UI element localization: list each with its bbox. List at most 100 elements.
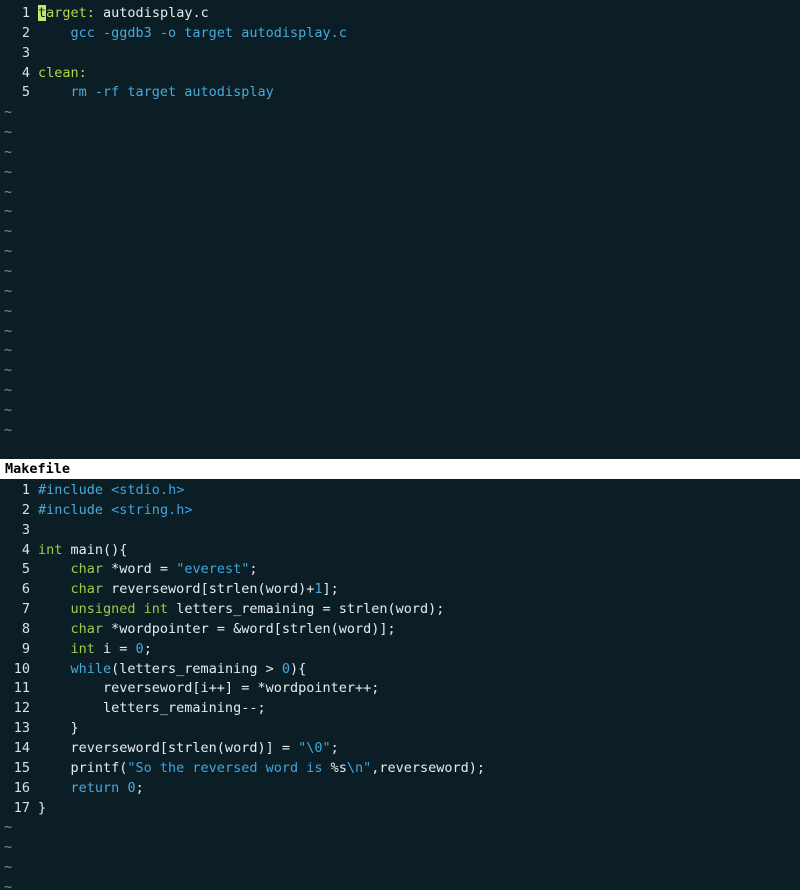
code-line[interactable]: 2 gcc -ggdb3 -o target autodisplay.c [0,24,800,44]
tilde-marker: ~ [4,859,13,876]
code-line[interactable]: 14 reverseword[strlen(word)] = "\0"; [0,739,800,759]
line-number: 10 [13,660,30,677]
line-number: 5 [21,561,30,578]
code-text[interactable]: } [38,800,46,816]
code-token: letters_remaining = strlen(word); [168,601,445,618]
code-line[interactable]: 9 int i = 0; [0,640,800,660]
code-token: letters_remaining--; [38,700,266,717]
code-text[interactable]: reverseword[strlen(word)] = "\0"; [38,740,339,756]
tilde-marker: ~ [4,223,13,240]
line-number: 3 [21,521,30,538]
code-text[interactable]: int i = 0; [38,641,152,657]
tilde-marker: ~ [4,143,13,160]
code-line[interactable]: 1 #include <stdio.h> [0,481,800,501]
code-token: arget: [46,5,95,21]
code-line[interactable]: 3 [0,521,800,541]
line-number: 2 [21,501,30,518]
tilde-marker: ~ [4,163,13,180]
code-token: char [70,561,104,578]
code-line[interactable]: 11 reverseword[i++] = *wordpointer++; [0,679,800,699]
code-text[interactable]: target: autodisplay.c [38,5,209,21]
code-token: unsigned int [70,601,169,618]
code-token: (letters_remaining > [111,660,282,677]
code-token: main(){ [62,541,128,558]
editor-pane-makefile[interactable]: 1 target: autodisplay.c 2 gcc -ggdb3 -o ta… [0,4,800,459]
code-text[interactable]: clean: [38,65,87,81]
code-token: ,reverseword); [371,759,486,776]
code-token: reverseword[strlen(word)+ [103,581,315,598]
empty-buffer-line: ~ [0,818,800,838]
code-line[interactable]: 2 #include <string.h> [0,501,800,521]
empty-buffer-line: ~ [0,322,800,342]
code-text[interactable]: while(letters_remaining > 0){ [38,660,307,677]
code-line[interactable]: 16 return 0; [0,779,800,799]
tilde-marker: ~ [4,282,13,299]
code-text[interactable]: unsigned int letters_remaining = strlen(… [38,601,445,618]
code-text[interactable]: letters_remaining--; [38,700,266,716]
empty-buffer-line: ~ [0,222,800,242]
code-token: int [38,541,63,558]
tilde-marker: ~ [4,124,13,141]
text-cursor: t [38,5,47,21]
line-number: 1 [21,5,30,21]
code-text[interactable]: #include <string.h> [38,502,192,518]
code-token: ; [249,561,258,578]
code-text[interactable]: rm -rf target autodisplay [38,84,274,100]
status-bar-filename: Makefile [0,459,800,479]
code-text[interactable]: char *word = "everest"; [38,561,258,578]
code-line[interactable]: 5 rm -rf target autodisplay [0,83,800,103]
code-text[interactable]: return 0; [38,780,144,796]
code-text[interactable]: gcc -ggdb3 -o target autodisplay.c [38,25,347,41]
code-text[interactable]: char reverseword[strlen(word)+1]; [38,581,339,597]
line-number: 17 [13,799,30,816]
code-text[interactable]: char *wordpointer = &word[strlen(word)]; [38,621,396,637]
line-number: 4 [21,64,30,81]
empty-buffer-line: ~ [0,183,800,203]
code-line[interactable]: 6 char reverseword[strlen(word)+1]; [0,580,800,600]
code-token: "everest" [176,561,250,578]
code-line[interactable]: 10 while(letters_remaining > 0){ [0,660,800,680]
code-text[interactable]: } [38,720,79,736]
code-line[interactable]: 1 target: autodisplay.c [0,4,800,24]
code-token: gcc -ggdb3 -o target autodisplay.c [38,24,347,41]
code-token: reverseword[i++] = *wordpointer++; [38,680,380,697]
empty-buffer-line: ~ [0,123,800,143]
code-text[interactable]: int main(){ [38,542,127,558]
code-line[interactable]: 4 int main(){ [0,541,800,561]
tilde-marker: ~ [4,819,13,836]
code-line[interactable]: 4 clean: [0,64,800,84]
tilde-marker: ~ [4,421,13,438]
code-line[interactable]: 7 unsigned int letters_remaining = strle… [0,600,800,620]
code-token: "So the reversed word is [127,759,331,776]
editor-pane-source[interactable]: 1 #include <stdio.h> 2 #include <string.h> 3… [0,481,800,890]
line-number: 8 [21,620,30,637]
code-text[interactable]: #include <stdio.h> [38,482,184,498]
code-text[interactable]: reverseword[i++] = *wordpointer++; [38,680,379,696]
code-line[interactable]: 13 } [0,719,800,739]
code-token: while [70,660,112,677]
tilde-marker: ~ [4,302,13,319]
code-token: \n" [346,759,372,776]
code-line[interactable]: 15 printf("So the reversed word is %s\n"… [0,759,800,779]
tilde-marker: ~ [4,362,13,379]
line-number: 4 [21,541,30,558]
code-text[interactable]: printf("So the reversed word is %s\n",re… [38,759,486,776]
line-number: 5 [21,84,30,101]
line-number: 1 [21,482,30,498]
line-number: 7 [21,601,30,618]
code-line[interactable]: 3 [0,44,800,64]
line-number: 12 [13,700,30,717]
code-line[interactable]: 5 char *word = "everest"; [0,560,800,580]
code-line[interactable]: 17} [0,799,800,819]
code-line[interactable]: 8 char *wordpointer = &word[strlen(word)… [0,620,800,640]
code-line[interactable]: 12 letters_remaining--; [0,699,800,719]
line-number: 13 [13,720,30,737]
empty-buffer-line: ~ [0,202,800,222]
code-token: ; [135,779,144,796]
